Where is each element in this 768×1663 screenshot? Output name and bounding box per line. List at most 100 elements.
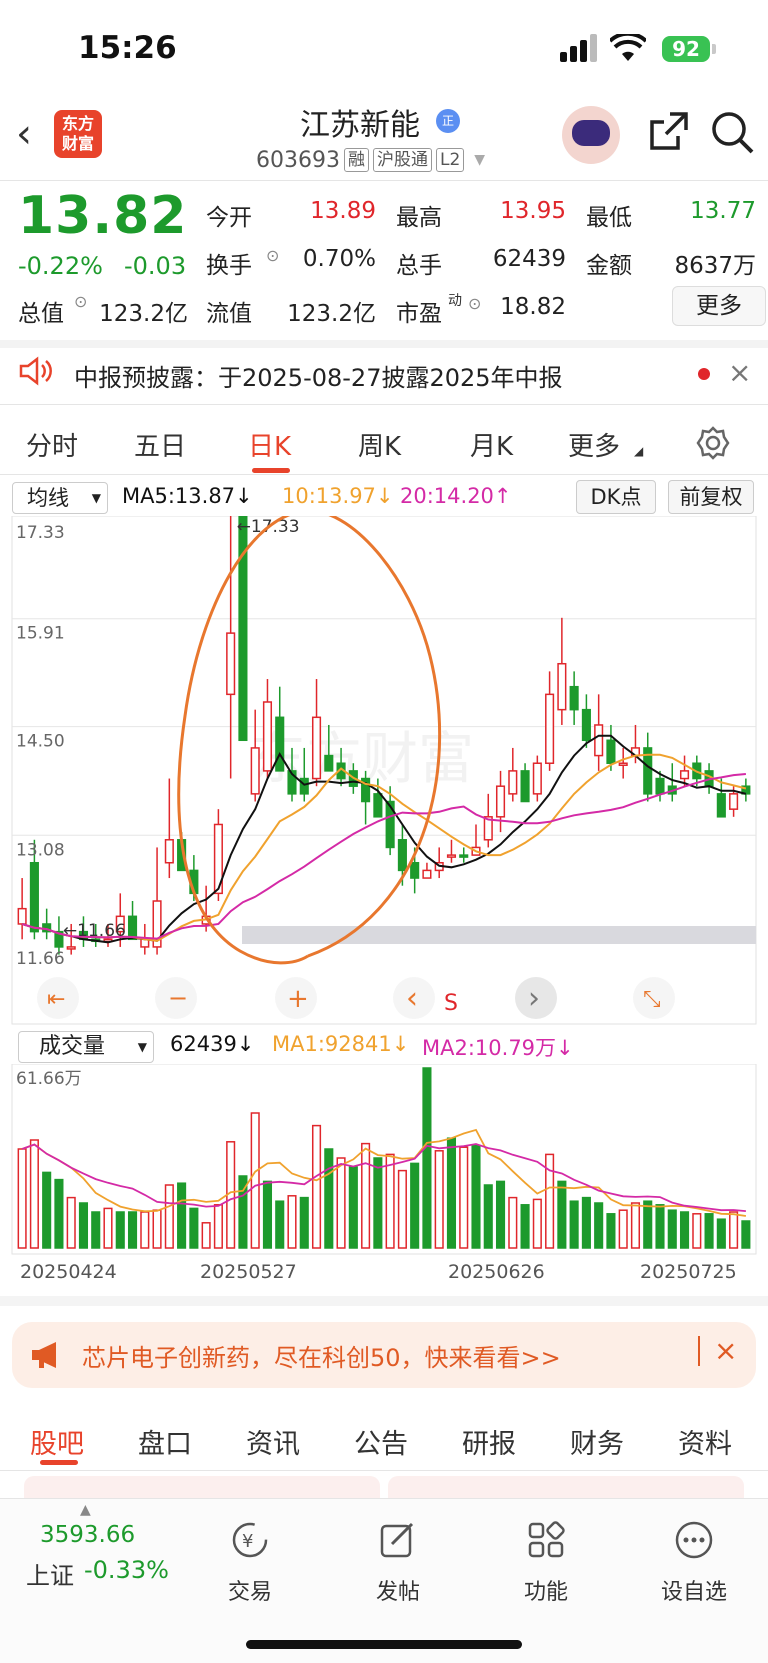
candlestick-chart[interactable]: 东方财富 17.3315.9114.5013.0811.66←17.33←11.… xyxy=(0,516,768,1026)
volume-bar xyxy=(140,1211,150,1249)
volume-bar xyxy=(594,1202,604,1249)
tab-handicap[interactable]: 盘口 xyxy=(138,1422,192,1461)
volume-bar xyxy=(618,1209,628,1249)
candle-body xyxy=(299,777,309,795)
info-icon[interactable]: ⊙ xyxy=(468,294,481,313)
nav-add-watchlist-label: 设自选 xyxy=(660,1580,727,1605)
index-value[interactable]: 3593.66 xyxy=(40,1522,135,1548)
nav-trade[interactable]: ¥ 交易 xyxy=(210,1520,290,1606)
active-tab-indicator xyxy=(252,468,290,473)
expand-icon: ⤡ xyxy=(643,987,661,1012)
tab-finance[interactable]: 财务 xyxy=(570,1422,624,1461)
index-label: 上证 xyxy=(26,1562,74,1590)
stock-code-row[interactable]: 603693 融 沪股通 L2 ▼ xyxy=(256,146,485,174)
tab-announcements[interactable]: 公告 xyxy=(354,1422,408,1461)
info-icon[interactable]: ⊙ xyxy=(266,246,279,265)
change-value: -0.03 xyxy=(124,252,187,280)
volume-bar xyxy=(115,1211,125,1249)
dk-point-button[interactable]: DK点 xyxy=(576,480,656,514)
value-high: 13.95 xyxy=(500,198,566,224)
candle-body xyxy=(410,861,420,879)
candle-body xyxy=(397,839,407,872)
wifi-icon xyxy=(610,34,646,61)
dropdown-icon: ▼ xyxy=(137,1040,147,1054)
tab-weekly-k[interactable]: 周K xyxy=(358,426,401,463)
more-quote-button[interactable]: 更多 xyxy=(672,286,766,326)
volume-bar xyxy=(569,1200,579,1249)
tab-five-day[interactable]: 五日 xyxy=(134,426,186,463)
ma5-label: MA5:13.87↓ xyxy=(122,484,253,508)
tab-guba[interactable]: 股吧 xyxy=(30,1422,84,1461)
rewind-icon: ⇤ xyxy=(47,987,65,1012)
volume-bar xyxy=(201,1222,211,1249)
tab-daily-k[interactable]: 日K xyxy=(248,426,291,463)
notice-divider xyxy=(0,404,768,405)
volume-bar xyxy=(446,1137,457,1249)
app-logo: 东方 财富 xyxy=(54,110,102,158)
ma-selector[interactable]: 均线 ▼ xyxy=(12,482,108,514)
volume-selector[interactable]: 成交量 ▼ xyxy=(18,1031,154,1063)
back-button[interactable]: ‹ xyxy=(16,110,46,158)
volume-chart[interactable]: 61.66万 20250424 20250527 20250626 20250725 xyxy=(0,1064,768,1280)
search-icon[interactable] xyxy=(710,110,754,154)
label-pe: 市盈 xyxy=(396,301,442,327)
tab-intraday[interactable]: 分时 xyxy=(26,426,78,463)
candle-body xyxy=(655,777,665,795)
tab-profile[interactable]: 资料 xyxy=(678,1422,732,1461)
nav-functions-label: 功能 xyxy=(523,1580,568,1605)
chart-control-rewind[interactable]: ⇤ xyxy=(37,977,79,1019)
volume-bar xyxy=(152,1209,162,1249)
chart-control-zoom-in[interactable]: + xyxy=(275,977,317,1019)
notice-text[interactable]: 中报预披露：于2025-08-27披露2025年中报 xyxy=(74,358,563,393)
settings-gear-icon[interactable] xyxy=(696,426,730,460)
chevron-right-icon: › xyxy=(528,981,540,1016)
index-expand-arrow-icon[interactable]: ▲ xyxy=(80,1502,91,1518)
chart-control-next[interactable]: › xyxy=(515,977,557,1019)
volume-bar xyxy=(29,1139,39,1249)
volume-bar xyxy=(361,1142,371,1249)
tab-more[interactable]: 更多 xyxy=(568,426,620,463)
value-open: 13.89 xyxy=(310,198,376,224)
candle-body xyxy=(716,793,726,818)
price-axis-label: 14.50 xyxy=(16,732,65,752)
tab-more-arrow-icon: ◢ xyxy=(634,444,644,458)
nav-post[interactable]: 发帖 xyxy=(358,1520,438,1606)
close-promo-icon[interactable]: × xyxy=(714,1334,737,1367)
tab-monthly-k[interactable]: 月K xyxy=(470,426,513,463)
nav-functions[interactable]: 功能 xyxy=(506,1520,586,1606)
value-float-cap: 123.2亿 xyxy=(287,301,376,327)
volume-bar xyxy=(397,1169,407,1249)
volume-bar xyxy=(483,1184,493,1249)
share-icon[interactable] xyxy=(648,110,690,152)
close-notice-icon[interactable]: × xyxy=(728,356,751,389)
candle-body xyxy=(594,724,604,757)
candle-body xyxy=(729,793,739,810)
label-low: 最低 xyxy=(586,205,632,231)
tab-news[interactable]: 资讯 xyxy=(246,1422,300,1461)
adjust-button[interactable]: 前复权 xyxy=(668,480,754,514)
info-icon[interactable]: ⊙ xyxy=(74,292,87,311)
chart-control-prev[interactable]: ‹ xyxy=(393,977,435,1019)
candle-body xyxy=(29,861,39,933)
volume-bar xyxy=(177,1182,187,1249)
volume-bar xyxy=(422,1067,432,1249)
bottom-tabs-divider xyxy=(0,1470,768,1471)
candle-body xyxy=(495,785,506,818)
chart-control-zoom-out[interactable]: − xyxy=(155,977,197,1019)
vol-ma2-label: MA2:10.79万↓ xyxy=(422,1036,574,1060)
app-screen: 15:26 92 ‹ 东方 财富 江苏新能 正 603693 融 沪股通 L2 ▼… xyxy=(0,0,768,1663)
volume-bar xyxy=(495,1180,506,1249)
tab-research[interactable]: 研报 xyxy=(462,1422,516,1461)
promo-text[interactable]: 芯片电子创新药，尽在科创50，快来看看>> xyxy=(82,1338,561,1373)
volume-bar xyxy=(54,1178,64,1249)
nav-add-watchlist[interactable]: 设自选 xyxy=(654,1520,734,1606)
header-divider xyxy=(0,180,768,181)
tag-l2: L2 xyxy=(435,148,465,172)
grid-icon xyxy=(528,1521,565,1558)
volume-bar xyxy=(103,1207,113,1249)
label-amount: 金额 xyxy=(586,253,632,279)
chart-control-fullscreen[interactable]: ⤡ xyxy=(633,977,675,1019)
candle-body xyxy=(679,770,690,780)
price-axis-label: 13.08 xyxy=(16,840,65,860)
candle-body xyxy=(127,915,138,941)
